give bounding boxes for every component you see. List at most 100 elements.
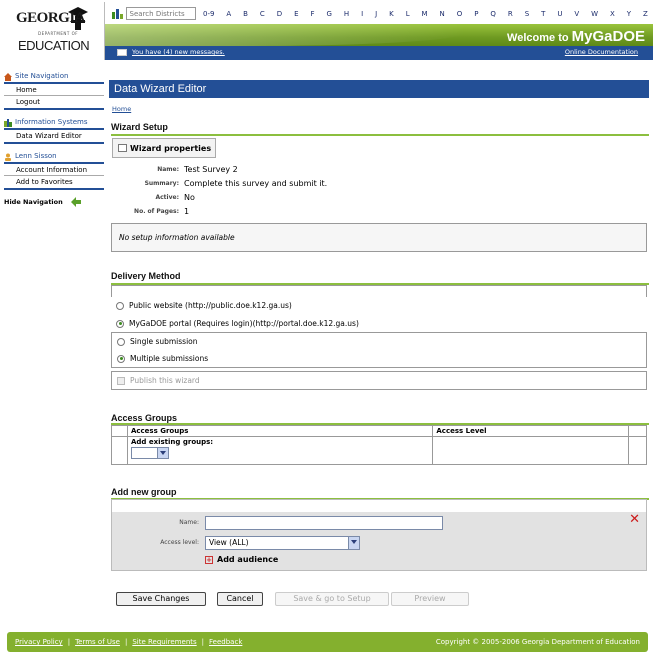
add-audience-button[interactable]: + Add audience: [205, 555, 278, 564]
alpha-m[interactable]: M: [422, 10, 428, 18]
radio-multiple[interactable]: [117, 354, 125, 363]
alpha-f[interactable]: F: [310, 10, 314, 18]
alpha-q[interactable]: Q: [490, 10, 496, 18]
radio-portal[interactable]: [116, 319, 124, 328]
radio-single[interactable]: [117, 337, 125, 346]
group-name-input[interactable]: [205, 516, 443, 530]
delivery-portal-option[interactable]: MyGaDOE portal (Requires login)(http://p…: [116, 319, 359, 328]
alpha-e[interactable]: E: [294, 10, 298, 18]
alpha-b[interactable]: B: [243, 10, 248, 18]
access-level-label: Access level:: [160, 539, 199, 546]
field-active-row: Active: No: [109, 192, 649, 204]
save-changes-button[interactable]: Save Changes: [116, 592, 206, 606]
alpha-d[interactable]: D: [277, 10, 282, 18]
alpha-j[interactable]: J: [375, 10, 377, 18]
envelope-icon: [117, 49, 127, 56]
alpha-l[interactable]: L: [406, 10, 410, 18]
remove-group-icon[interactable]: ✕: [629, 513, 640, 526]
cancel-button[interactable]: Cancel: [217, 592, 263, 606]
alpha-x[interactable]: X: [610, 10, 615, 18]
footer-links: Privacy Policy | Terms of Use | Site Require…: [15, 638, 242, 646]
chevron-down-icon[interactable]: [348, 537, 359, 549]
online-documentation-link[interactable]: Online Documentation: [565, 48, 638, 56]
table-header-row: Access Groups Access Level: [111, 425, 647, 437]
alpha-u[interactable]: U: [557, 10, 562, 18]
user-icon: [5, 153, 11, 161]
sidebar-item-home[interactable]: Home: [4, 84, 104, 96]
district-search: [112, 7, 196, 20]
hide-navigation-link[interactable]: Hide Navigation: [4, 197, 104, 207]
alpha-h[interactable]: H: [344, 10, 349, 18]
alpha-o[interactable]: O: [457, 10, 463, 18]
sidebar-item-logout[interactable]: Logout: [4, 96, 104, 108]
delivery-method-heading: Delivery Method: [111, 271, 181, 281]
district-icon: [112, 8, 123, 19]
wizard-properties-button[interactable]: Wizard properties: [112, 138, 216, 158]
alpha-k[interactable]: K: [389, 10, 394, 18]
radio-public[interactable]: [116, 301, 124, 310]
welcome-brand: MyGaDOE: [571, 28, 645, 45]
search-districts-input[interactable]: [125, 7, 196, 20]
new-group-panel: Name: Access level: View (ALL) + Add aud…: [111, 512, 647, 571]
alpha-c[interactable]: C: [260, 10, 265, 18]
information-systems-list: Data Wizard Editor: [4, 128, 104, 144]
information-systems-title: Information Systems: [15, 118, 88, 126]
field-active-label: Active:: [155, 194, 179, 201]
welcome-prefix: Welcome to: [507, 32, 569, 44]
field-name-row: Name: Test Survey 2: [109, 164, 649, 176]
alpha-z[interactable]: Z: [643, 10, 648, 18]
sidebar-item-account-information[interactable]: Account Information: [4, 164, 104, 176]
wizard-properties-label: Wizard properties: [130, 143, 212, 153]
sidebar-item-add-to-favorites[interactable]: Add to Favorites: [4, 176, 104, 188]
message-bar: You have (4) new messages. Online Docume…: [105, 46, 653, 60]
publish-checkbox[interactable]: [117, 376, 125, 385]
alpha-w[interactable]: W: [591, 10, 598, 18]
alpha-v[interactable]: V: [574, 10, 579, 18]
alpha-g[interactable]: G: [326, 10, 331, 18]
breadcrumb-home[interactable]: Home: [112, 105, 131, 113]
alpha-y[interactable]: Y: [627, 10, 631, 18]
column-access-groups: Access Groups: [126, 425, 434, 437]
alpha-i[interactable]: I: [361, 10, 363, 18]
main-content: Data Wizard Editor Home Wizard Setup Wiz…: [109, 80, 649, 615]
delivery-public-option[interactable]: Public website (http://public.doe.k12.ga…: [116, 301, 292, 310]
welcome-text: Welcome to MyGaDOE: [507, 28, 645, 45]
access-level-select[interactable]: View (ALL): [205, 536, 360, 550]
field-name-label: Name:: [157, 166, 179, 173]
feedback-link[interactable]: Feedback: [209, 638, 242, 646]
delivery-public-label: Public website (http://public.doe.k12.ga…: [129, 301, 292, 310]
alpha-p[interactable]: P: [474, 10, 478, 18]
column-access-level: Access Level: [432, 425, 629, 437]
add-existing-label: Add existing groups:: [130, 438, 214, 446]
alpha-s[interactable]: S: [525, 10, 529, 18]
table-row: Add existing groups:: [111, 436, 647, 465]
alpha-n[interactable]: N: [440, 10, 445, 18]
site-requirements-link[interactable]: Site Requirements: [132, 638, 196, 646]
chevron-down-icon[interactable]: [156, 448, 168, 458]
terms-of-use-link[interactable]: Terms of Use: [75, 638, 120, 646]
gadoe-logo[interactable]: GEORGIA DEPARTMENT OF EDUCATION: [8, 4, 104, 60]
sidebar-item-data-wizard-editor[interactable]: Data Wizard Editor: [4, 130, 104, 142]
alpha-0-9[interactable]: 0-9: [203, 10, 214, 18]
alpha-a[interactable]: A: [226, 10, 231, 18]
publish-option[interactable]: Publish this wizard: [117, 376, 200, 385]
access-level-cell: [432, 436, 629, 465]
footer-separator: |: [201, 638, 205, 646]
alpha-r[interactable]: R: [508, 10, 513, 18]
page-footer: Privacy Policy | Terms of Use | Site Require…: [7, 632, 648, 652]
messages-link[interactable]: You have (4) new messages.: [132, 48, 225, 56]
single-submission-option[interactable]: Single submission: [117, 337, 198, 346]
logo-line-1: GEORGIA: [16, 10, 86, 26]
hide-navigation-label: Hide Navigation: [4, 198, 63, 206]
multiple-submissions-option[interactable]: Multiple submissions: [117, 354, 208, 363]
wizard-setup-heading: Wizard Setup: [111, 122, 168, 132]
add-audience-label: Add audience: [217, 555, 279, 564]
publish-label: Publish this wizard: [130, 376, 200, 385]
alpha-t[interactable]: T: [541, 10, 545, 18]
preview-button[interactable]: Preview: [391, 592, 469, 606]
logo-line-3: EDUCATION: [18, 38, 90, 53]
save-go-to-setup-button[interactable]: Save & go to Setup: [275, 592, 389, 606]
privacy-policy-link[interactable]: Privacy Policy: [15, 638, 63, 646]
existing-groups-select[interactable]: [130, 447, 169, 459]
table-spacer-cell: [628, 425, 647, 437]
